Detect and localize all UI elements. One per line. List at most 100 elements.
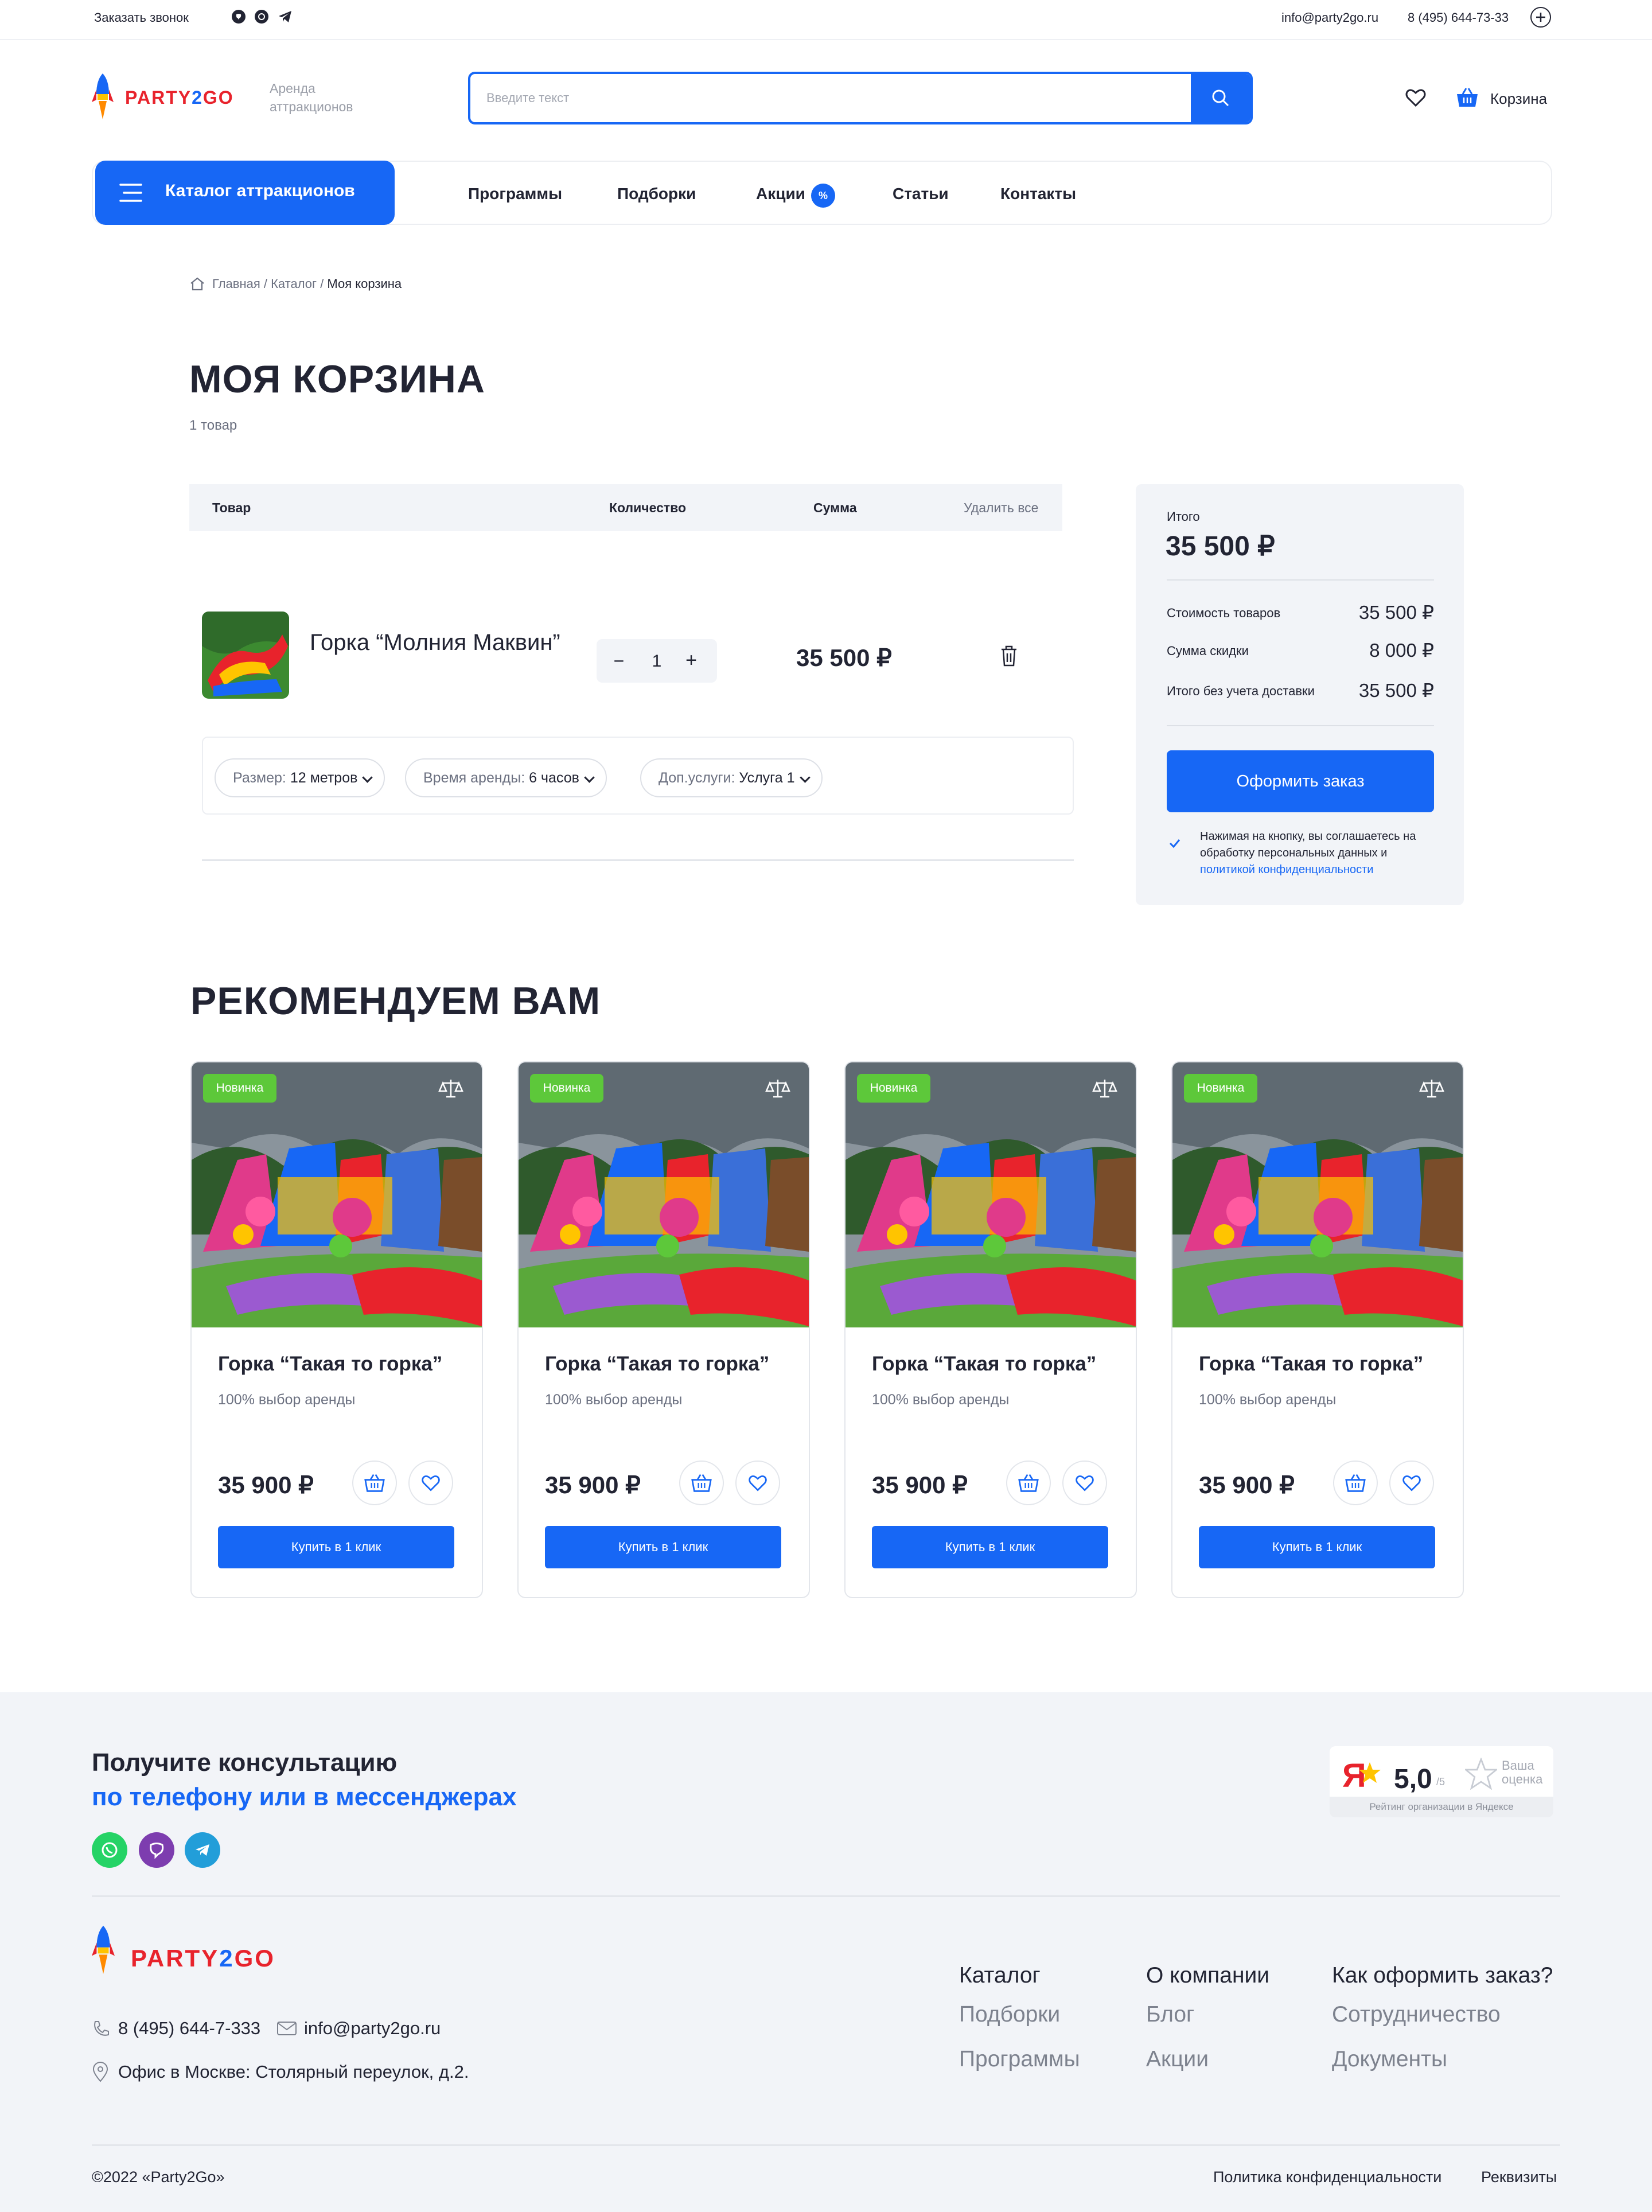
cart-basket-icon[interactable] bbox=[1455, 86, 1480, 109]
whatsapp-icon[interactable] bbox=[255, 10, 268, 24]
topbar-phone[interactable]: 8 (495) 644-73-33 bbox=[1408, 10, 1509, 25]
home-icon[interactable] bbox=[189, 276, 205, 291]
buy-one-click-button[interactable]: Купить в 1 клик bbox=[545, 1526, 781, 1568]
product-card[interactable]: Новинка Горка “Такая то горка” 100% выбор … bbox=[844, 1061, 1137, 1598]
add-to-cart-basket-icon[interactable] bbox=[1333, 1461, 1378, 1505]
item-count: 1 товар bbox=[189, 418, 237, 433]
add-to-cart-basket-icon[interactable] bbox=[679, 1461, 724, 1505]
footer-link[interactable]: Сотрудничество bbox=[1332, 2002, 1501, 2027]
product-card-name[interactable]: Горка “Такая то горка” bbox=[218, 1353, 442, 1376]
product-card-price: 35 900 ₽ bbox=[545, 1471, 641, 1498]
consult-subheading: по телефону или в мессенджерах bbox=[92, 1783, 517, 1811]
add-to-favorites-heart-icon[interactable] bbox=[1062, 1461, 1107, 1505]
footer-link[interactable]: Блог bbox=[1146, 2002, 1194, 2027]
checkmark-icon[interactable] bbox=[1167, 835, 1183, 851]
delete-all-button[interactable]: Удалить все bbox=[964, 500, 1038, 516]
checkout-button[interactable]: Оформить заказ bbox=[1167, 750, 1434, 812]
buy-one-click-button[interactable]: Купить в 1 клик bbox=[218, 1526, 454, 1568]
product-card[interactable]: Новинка Горка “Такая то горка” 100% выбор … bbox=[1171, 1061, 1464, 1598]
empty-star-icon bbox=[1465, 1758, 1497, 1790]
telegram-icon[interactable] bbox=[185, 1832, 220, 1868]
compare-scale-icon[interactable] bbox=[1092, 1077, 1117, 1100]
qty-decrease-button[interactable]: − bbox=[610, 651, 628, 672]
cart-table-header: Товар Количество Сумма Удалить все bbox=[189, 484, 1062, 531]
privacy-policy-link[interactable]: Политика конфиденциальности bbox=[1213, 2168, 1441, 2186]
footer-link[interactable]: Акции bbox=[1146, 2047, 1209, 2072]
add-to-favorites-heart-icon[interactable] bbox=[408, 1461, 453, 1505]
product-name[interactable]: Горка “Молния Маквин” bbox=[310, 630, 560, 656]
privacy-policy-link[interactable]: политикой конфиденциальности bbox=[1200, 863, 1373, 876]
add-to-favorites-heart-icon[interactable] bbox=[1389, 1461, 1434, 1505]
product-card[interactable]: Новинка Горка “Такая то горка” 100% выбор … bbox=[517, 1061, 810, 1598]
page-title: МОЯ КОРЗИНА bbox=[189, 357, 485, 401]
viber-icon[interactable] bbox=[139, 1832, 174, 1868]
summary-row: Сумма скидки 8 000 ₽ bbox=[1167, 640, 1434, 661]
breadcrumb-home[interactable]: Главная bbox=[212, 276, 260, 291]
add-to-cart-basket-icon[interactable] bbox=[352, 1461, 397, 1505]
footer-col-howto[interactable]: Как оформить заказ? bbox=[1332, 1963, 1553, 1988]
footer-link[interactable]: Подборки bbox=[959, 2002, 1060, 2027]
consult-heading: Получите консультацию bbox=[92, 1748, 398, 1777]
nav-programs[interactable]: Программы bbox=[468, 185, 562, 203]
divider bbox=[92, 1895, 1560, 1897]
nav-collections[interactable]: Подборки bbox=[617, 185, 696, 203]
logo[interactable]: PARTY2GO bbox=[125, 87, 234, 108]
qty-value[interactable]: 1 bbox=[648, 652, 665, 671]
product-card[interactable]: Новинка Горка “Такая то горка” 100% выбор … bbox=[190, 1061, 483, 1598]
add-to-favorites-heart-icon[interactable] bbox=[735, 1461, 780, 1505]
breadcrumb-catalog[interactable]: Каталог bbox=[271, 276, 317, 291]
search-input[interactable] bbox=[470, 74, 1193, 122]
requisites-link[interactable]: Реквизиты bbox=[1481, 2168, 1557, 2186]
trash-icon[interactable] bbox=[999, 645, 1019, 668]
search-bar bbox=[468, 72, 1253, 124]
total-label: Итого bbox=[1167, 509, 1200, 524]
divider bbox=[1167, 579, 1434, 581]
viber-icon[interactable] bbox=[232, 10, 246, 24]
cart-link[interactable]: Корзина bbox=[1490, 90, 1547, 108]
footer: Получите консультацию по телефону или в … bbox=[0, 1692, 1652, 2212]
footer-link[interactable]: Документы bbox=[1332, 2047, 1447, 2072]
buy-one-click-button[interactable]: Купить в 1 клик bbox=[1199, 1526, 1435, 1568]
footer-phone[interactable]: 8 (495) 644-7-333 bbox=[118, 2018, 260, 2039]
telegram-icon[interactable] bbox=[278, 10, 293, 24]
copyright: ©2022 «Party2Go» bbox=[92, 2168, 225, 2186]
option-extra-services-dropdown[interactable]: Доп.услуги: Услуга 1 bbox=[640, 758, 823, 797]
divider bbox=[202, 859, 1074, 861]
breadcrumb-current: Моя корзина bbox=[327, 276, 402, 291]
footer-link[interactable]: Программы bbox=[959, 2047, 1080, 2072]
product-card-name[interactable]: Горка “Такая то горка” bbox=[545, 1353, 769, 1376]
buy-one-click-button[interactable]: Купить в 1 клик bbox=[872, 1526, 1108, 1568]
agreement-text: Нажимая на кнопку, вы соглашаетесь на об… bbox=[1200, 830, 1416, 876]
footer-col-catalog[interactable]: Каталог bbox=[959, 1963, 1041, 1988]
topbar-email[interactable]: info@party2go.ru bbox=[1281, 10, 1378, 25]
callback-link[interactable]: Заказать звонок bbox=[94, 10, 189, 25]
footer-office-address: Офис в Москве: Столярный переулок, д.2. bbox=[118, 2062, 469, 2082]
product-card-price: 35 900 ₽ bbox=[1199, 1471, 1295, 1498]
nav-promotions[interactable]: Акции bbox=[756, 185, 805, 203]
col-qty: Количество bbox=[609, 500, 687, 515]
product-card-price: 35 900 ₽ bbox=[872, 1471, 968, 1498]
option-rent-time-dropdown[interactable]: Время аренды: 6 часов bbox=[405, 758, 607, 797]
footer-col-about[interactable]: О компании bbox=[1146, 1963, 1269, 1988]
compare-scale-icon[interactable] bbox=[1419, 1077, 1444, 1100]
option-size-dropdown[interactable]: Размер: 12 метров bbox=[215, 758, 385, 797]
catalog-button[interactable]: Каталог аттракционов bbox=[95, 161, 395, 225]
product-image[interactable] bbox=[202, 612, 289, 699]
search-button[interactable] bbox=[1191, 74, 1250, 122]
product-card-name[interactable]: Горка “Такая то горка” bbox=[1199, 1353, 1423, 1376]
product-card-name[interactable]: Горка “Такая то горка” bbox=[872, 1353, 1096, 1376]
mail-icon bbox=[276, 2020, 297, 2036]
compare-scale-icon[interactable] bbox=[438, 1077, 463, 1100]
qty-increase-button[interactable]: + bbox=[683, 649, 700, 672]
favorites-heart-icon[interactable] bbox=[1404, 86, 1427, 109]
product-card-subtitle: 100% выбор аренды bbox=[218, 1392, 356, 1408]
footer-email[interactable]: info@party2go.ru bbox=[304, 2018, 441, 2039]
plus-icon[interactable] bbox=[1530, 7, 1551, 28]
compare-scale-icon[interactable] bbox=[765, 1077, 790, 1100]
yandex-rating-widget[interactable]: Я 5,0 /5 Ваша оценка Рейтинг организации … bbox=[1330, 1746, 1553, 1817]
footer-logo[interactable]: PARTY2GO bbox=[131, 1945, 275, 1972]
whatsapp-icon[interactable] bbox=[92, 1832, 127, 1868]
nav-articles[interactable]: Статьи bbox=[893, 185, 949, 203]
add-to-cart-basket-icon[interactable] bbox=[1006, 1461, 1051, 1505]
nav-contacts[interactable]: Контакты bbox=[1000, 185, 1076, 203]
